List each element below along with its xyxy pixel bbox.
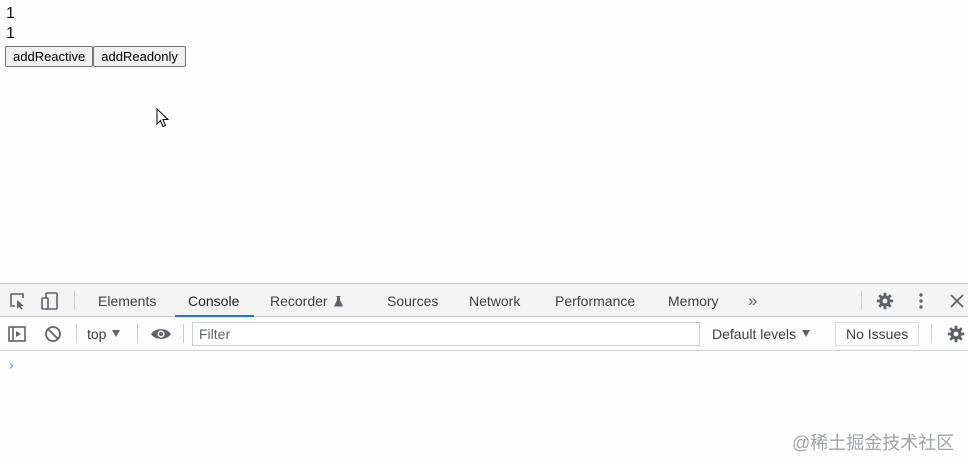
more-tabs-icon[interactable]: » [748, 284, 757, 316]
log-levels-dropdown[interactable]: Default levels [712, 317, 811, 350]
readonly-count: 1 [6, 25, 15, 42]
toolbar-divider [931, 324, 932, 343]
caret-down-icon [112, 330, 121, 337]
devtools-tabbar: Elements Console Recorder Sources Networ… [0, 283, 968, 317]
close-devtools-icon[interactable] [948, 292, 966, 310]
tab-sources[interactable]: Sources [387, 284, 438, 316]
clear-console-icon[interactable] [44, 325, 62, 343]
button-group: addReactive addReadonly [5, 46, 186, 67]
tabbar-divider [74, 291, 75, 310]
tab-recorder-label: Recorder [270, 293, 328, 309]
tab-elements[interactable]: Elements [98, 284, 156, 316]
add-reactive-button[interactable]: addReactive [5, 46, 94, 67]
context-selector[interactable]: top [87, 317, 121, 350]
experiment-flask-icon [333, 296, 343, 307]
toolbar-divider [137, 324, 138, 343]
tab-network[interactable]: Network [469, 284, 520, 316]
tabbar-divider-right [861, 291, 862, 310]
add-readonly-button[interactable]: addReadonly [93, 46, 186, 67]
device-toolbar-icon[interactable] [41, 292, 59, 310]
toolbar-divider [76, 324, 77, 343]
console-toolbar: top Default levels No Issues [0, 317, 968, 351]
more-options-icon[interactable] [912, 292, 930, 310]
settings-gear-icon[interactable] [876, 292, 894, 310]
log-levels-label: Default levels [712, 326, 797, 342]
sidebar-toggle-icon[interactable] [8, 325, 26, 343]
issues-button[interactable]: No Issues [835, 322, 920, 346]
reactive-count: 1 [6, 5, 15, 22]
tab-recorder[interactable]: Recorder [270, 284, 343, 316]
watermark: @稀土掘金技术社区 [792, 433, 955, 453]
tab-performance[interactable]: Performance [555, 284, 635, 316]
inspect-element-icon[interactable] [9, 292, 27, 310]
console-filter-input[interactable] [192, 322, 700, 346]
tab-console[interactable]: Console [174, 284, 255, 317]
mouse-cursor-icon [156, 108, 170, 128]
context-label: top [87, 326, 107, 342]
page-content: 1 1 addReactive addReadonly [0, 0, 968, 283]
console-settings-gear-icon[interactable] [947, 325, 965, 343]
console-prompt[interactable]: › [7, 358, 15, 374]
toolbar-divider [183, 324, 184, 343]
tab-memory[interactable]: Memory [668, 284, 719, 316]
caret-down-icon [802, 330, 811, 337]
devtools-panel: Elements Console Recorder Sources Networ… [0, 283, 968, 464]
live-expression-eye-icon[interactable] [150, 325, 172, 343]
